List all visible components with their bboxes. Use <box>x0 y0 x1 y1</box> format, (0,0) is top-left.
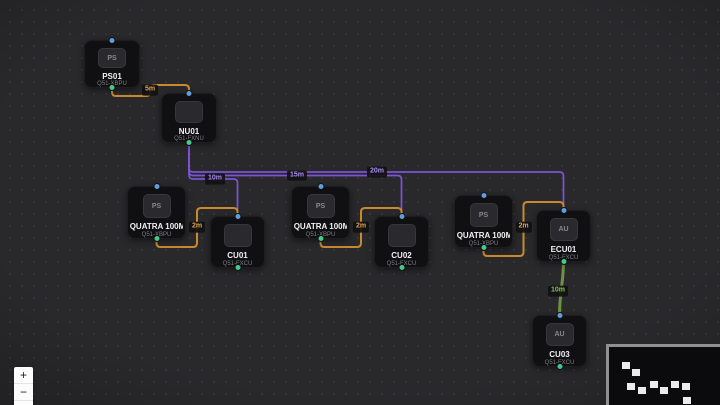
minimap-node <box>622 362 630 369</box>
node-ps01[interactable]: PSPS01Q51-XBPU <box>84 37 140 91</box>
output-port[interactable] <box>153 235 160 242</box>
input-port[interactable] <box>556 312 563 319</box>
device-icon <box>175 101 203 123</box>
output-port[interactable] <box>234 264 241 271</box>
device-icon <box>387 224 416 248</box>
input-port[interactable] <box>234 213 241 220</box>
node-title: CU02 <box>391 251 412 260</box>
node-quatra2[interactable]: PSQUATRA 100M P...Q51-XBPU <box>291 183 350 242</box>
edge-length-label[interactable]: 2m <box>188 221 206 233</box>
output-port[interactable] <box>560 258 567 265</box>
input-port[interactable] <box>153 183 160 190</box>
zoom-controls: + − <box>14 367 33 405</box>
node-title: QUATRA 100M P... <box>293 222 348 231</box>
node-cu03[interactable]: AUCU03Q51-FXCU <box>532 312 587 370</box>
edge-length-label[interactable]: 10m <box>547 285 569 297</box>
edge-length-label[interactable]: 2m <box>515 221 532 233</box>
edge-length-label[interactable]: 15m <box>286 170 308 181</box>
input-port[interactable] <box>185 90 193 97</box>
node-cu02[interactable]: CU02Q51-FXCU <box>374 213 429 271</box>
edge-length-label[interactable]: 5m <box>141 84 159 96</box>
device-icon: AU <box>545 323 574 347</box>
minimap-node <box>638 387 646 394</box>
input-port[interactable] <box>317 183 324 190</box>
edge-length-label[interactable]: 2m <box>352 221 370 233</box>
output-port[interactable] <box>185 139 193 146</box>
output-port[interactable] <box>317 235 324 242</box>
minimap-node <box>632 369 640 376</box>
node-title: ECU01 <box>550 245 577 254</box>
node-nu01[interactable]: NU01Q51-FXNU <box>161 90 217 146</box>
node-title: NU01 <box>178 126 200 135</box>
input-port[interactable] <box>480 192 487 199</box>
zoom-out-button[interactable]: − <box>14 384 33 401</box>
minimap-node <box>683 397 691 404</box>
edge-length-label[interactable]: 20m <box>366 166 388 178</box>
minimap-node <box>650 381 658 388</box>
node-title: CU03 <box>549 350 570 359</box>
minimap[interactable] <box>606 344 720 405</box>
device-icon: PS <box>306 194 335 218</box>
minimap-node <box>682 383 690 390</box>
diagram-canvas[interactable]: + − 5m10m15m20m2m2m2m10mPSPS01Q51-XBPUNU… <box>0 0 720 405</box>
node-title: QUATRA 100M P... <box>456 231 511 240</box>
minimap-node <box>671 381 679 388</box>
zoom-in-button[interactable]: + <box>14 367 33 384</box>
minimap-node <box>627 383 635 390</box>
edge-length-label[interactable]: 10m <box>204 173 226 185</box>
device-icon <box>223 224 252 248</box>
node-ecu01[interactable]: AUECU01Q51-FXCU <box>536 207 591 265</box>
device-icon: PS <box>142 194 171 218</box>
output-port[interactable] <box>398 264 405 271</box>
node-title: CU01 <box>227 251 248 260</box>
fit-view-button[interactable] <box>14 401 33 405</box>
device-icon: PS <box>98 48 126 69</box>
output-port[interactable] <box>108 84 116 91</box>
node-title: PS01 <box>102 72 122 80</box>
output-port[interactable] <box>480 244 487 251</box>
minimap-node <box>660 387 668 394</box>
node-cu01[interactable]: CU01Q51-FXCU <box>210 213 265 271</box>
node-quatra3[interactable]: PSQUATRA 100M P...Q51-XBPU <box>454 192 513 251</box>
output-port[interactable] <box>556 363 563 370</box>
input-port[interactable] <box>560 207 567 214</box>
device-icon: AU <box>549 218 578 242</box>
input-port[interactable] <box>108 37 116 44</box>
node-title: QUATRA 100M P... <box>129 222 184 231</box>
device-icon: PS <box>469 203 498 227</box>
input-port[interactable] <box>398 213 405 220</box>
node-quatra1[interactable]: PSQUATRA 100M P...Q51-XBPU <box>127 183 186 242</box>
